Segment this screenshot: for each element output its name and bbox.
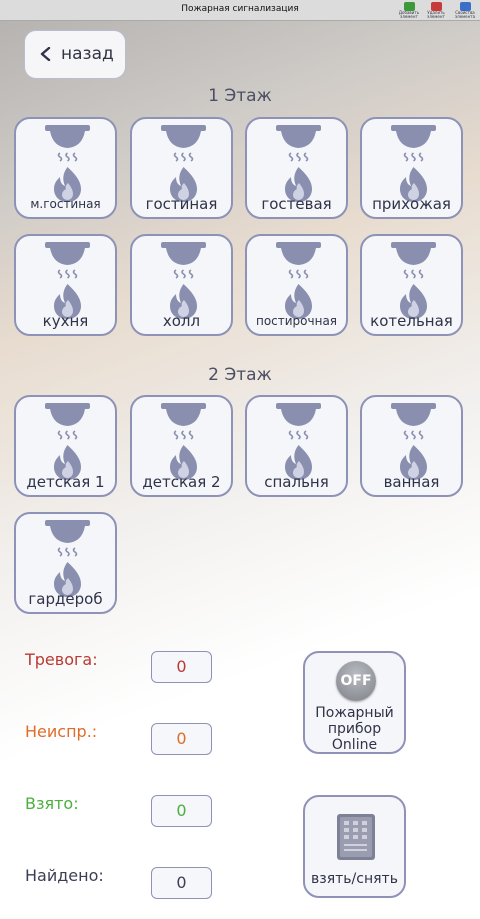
room-name: постирочная [255,314,338,328]
room-tile[interactable]: гардероб [14,512,117,614]
arm-disarm-button[interactable]: взять/снять [303,795,406,898]
add-element-label: Добавить элемент [398,10,420,19]
floor-2-title: 2 Этаж [208,365,272,385]
room-tile[interactable]: спальня [245,395,348,497]
room-name: гостевая [261,195,332,213]
smoke-detector-icon [391,242,436,319]
device-caption-line3: Online [331,737,378,753]
room-tile[interactable]: детская 1 [14,395,117,497]
room-name: прихожая [372,195,451,213]
smoke-detector-icon [391,125,436,202]
room-tile[interactable]: гостиная [130,117,233,219]
arm-label: взять/снять [311,871,398,887]
room-name: ванная [383,473,440,491]
add-element-button[interactable]: Добавить элемент [394,2,424,20]
smoke-detector-icon [391,403,436,480]
chevron-left-icon [40,47,51,61]
back-button[interactable]: назад [24,30,126,79]
floor-1-title: 1 Этаж [208,86,272,106]
smoke-detector-icon [276,125,321,202]
room-tile[interactable]: кухня [14,234,117,336]
room-name: холл [162,312,201,330]
room-tile[interactable]: котельная [360,234,463,336]
window-titlebar: Пожарная сигнализация Добавить элемент У… [0,0,480,21]
properties-label: Свойства элемента [454,10,476,19]
room-tile[interactable]: прихожая [360,117,463,219]
room-name: кухня [42,312,89,330]
fault-count: 0 [151,723,212,755]
room-tile[interactable]: м.гостиная [14,117,117,219]
room-name: котельная [370,312,453,330]
room-tile[interactable]: детская 2 [130,395,233,497]
power-off-icon: OFF [336,661,376,701]
smoke-detector-icon [161,403,206,480]
room-name: детская 1 [26,473,105,491]
fire-panel-status-button[interactable]: OFF Пожарный прибор Online [303,651,406,754]
room-tile[interactable]: холл [130,234,233,336]
properties-button[interactable]: Свойства элемента [450,2,480,20]
smoke-detector-icon [161,125,206,202]
alarm-count: 0 [151,651,212,683]
room-tile[interactable]: ванная [360,395,463,497]
smoke-detector-icon [45,403,90,480]
room-tile[interactable]: гостевая [245,117,348,219]
alarm-label: Тревога: [25,650,98,669]
room-name: гардероб [28,590,103,608]
delete-element-label: Удалить элемент [427,10,445,19]
back-label: назад [61,44,114,64]
smoke-detector-icon [161,242,206,319]
smoke-detector-icon [276,242,321,319]
room-name: гостиная [145,195,218,213]
room-name: детская 2 [142,473,221,491]
device-caption-line2: прибор [327,721,382,737]
fault-label: Неиспр.: [25,722,98,741]
armed-count: 0 [151,795,212,827]
armed-label: Взято: [25,794,79,813]
delete-element-button[interactable]: Удалить элемент [421,2,451,20]
room-name: м.гостиная [30,197,101,211]
keypad-icon [337,814,375,860]
room-name: спальня [264,473,329,491]
smoke-detector-icon [45,125,90,202]
device-caption-line1: Пожарный [315,705,394,721]
room-tile[interactable]: постирочная [245,234,348,336]
smoke-detector-icon [45,242,90,319]
found-label: Найдено: [25,866,104,885]
smoke-detector-icon [45,520,90,597]
found-count: 0 [151,867,212,899]
smoke-detector-icon [276,403,321,480]
